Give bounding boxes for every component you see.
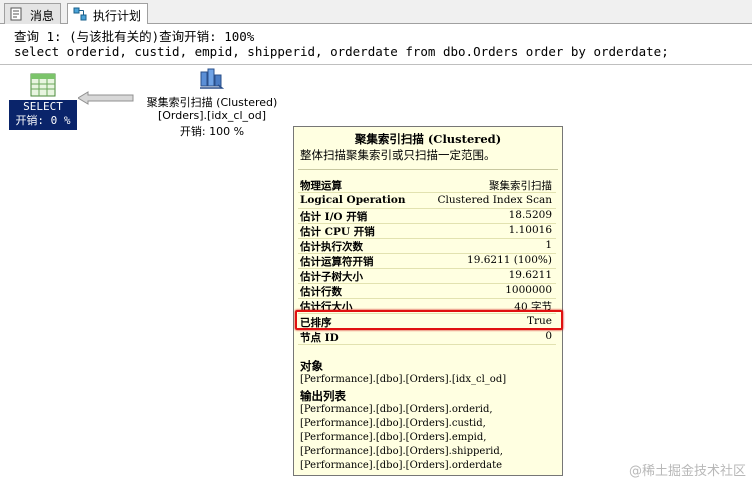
- output-column: [Performance].[dbo].[Orders].orderid,: [300, 404, 493, 415]
- tooltip-description: 整体扫描聚集索引或只扫描一定范围。: [300, 148, 496, 162]
- property-label: 估计运算符开销: [300, 256, 374, 268]
- messages-icon: [10, 7, 22, 21]
- property-label: 估计执行次数: [300, 241, 363, 253]
- property-row: 估计执行次数 1: [298, 238, 556, 254]
- output-column: [Performance].[dbo].[Orders].custid,: [300, 418, 486, 429]
- property-label: 估计子树大小: [300, 271, 363, 283]
- scan-node-title[interactable]: 聚集索引扫描 (Clustered): [134, 94, 290, 110]
- property-value: 1: [545, 239, 552, 251]
- property-label: 估计 I/O 开销: [300, 211, 368, 223]
- property-value: 18.5209: [508, 209, 552, 221]
- data-flow-arrow[interactable]: [78, 91, 134, 105]
- output-list-header: 输出列表: [300, 389, 346, 403]
- property-value: 1000000: [505, 284, 552, 296]
- property-row: 估计行数 1000000: [298, 283, 556, 299]
- scan-node-cost: 开销: 100 %: [179, 125, 245, 138]
- scan-node-object: [Orders].[idx_cl_od]: [157, 109, 267, 122]
- object-value: [Performance].[dbo].[Orders].[idx_cl_od]: [300, 374, 507, 385]
- query-header: 查询 1: (与该批有关的)查询开销: 100% select orderid,…: [0, 24, 752, 65]
- property-label: 物理运算: [300, 180, 342, 192]
- select-node-label[interactable]: SELECT 开销: 0 %: [9, 100, 77, 130]
- watermark: @稀土掘金技术社区: [628, 464, 746, 479]
- property-value: 0: [545, 330, 552, 342]
- output-column: [Performance].[dbo].[Orders].shipperid,: [300, 446, 503, 457]
- property-value: 19.6211: [508, 269, 552, 281]
- query-sql-text: select orderid, custid, empid, shipperid…: [14, 44, 669, 59]
- property-label: 估计 CPU 开销: [300, 226, 375, 238]
- property-label: Logical Operation: [300, 194, 406, 206]
- property-row: 物理运算 聚集索引扫描: [298, 177, 556, 193]
- select-node-title: SELECT: [23, 100, 63, 113]
- property-row: 估计运算符开销 19.6211 (100%): [298, 253, 556, 269]
- property-row: 估计 CPU 开销 1.10016: [298, 223, 556, 239]
- property-row: Logical Operation Clustered Index Scan: [298, 193, 556, 209]
- select-node-icon[interactable]: [30, 73, 56, 97]
- property-label: 估计行数: [300, 286, 342, 298]
- property-row: 节点 ID 0: [298, 329, 556, 345]
- tab-label: 消息: [30, 9, 55, 23]
- tooltip-title: 聚集索引扫描 (Clustered): [354, 132, 502, 146]
- tab-label: 执行计划: [93, 9, 142, 23]
- property-row: 估计子树大小 19.6211: [298, 268, 556, 284]
- object-section-header: 对象: [300, 359, 323, 373]
- execution-plan-icon: [73, 7, 87, 21]
- property-row: 估计 I/O 开销 18.5209: [298, 208, 556, 224]
- property-value: Clustered Index Scan: [437, 194, 552, 206]
- result-tab-bar: 消息 执行计划: [0, 0, 752, 25]
- tab-messages[interactable]: 消息: [4, 3, 62, 24]
- operator-tooltip: 聚集索引扫描 (Clustered) 整体扫描聚集索引或只扫描一定范围。 物理运…: [293, 126, 563, 476]
- property-value: 1.10016: [508, 224, 552, 236]
- output-column: [Performance].[dbo].[Orders].empid,: [300, 432, 487, 443]
- divider: [298, 169, 558, 170]
- query-cost-header: 查询 1: (与该批有关的)查询开销: 100%: [14, 29, 255, 44]
- tab-execution-plan[interactable]: 执行计划: [67, 3, 149, 25]
- output-column: [Performance].[dbo].[Orders].orderdate: [300, 460, 503, 471]
- property-label: 节点 ID: [300, 332, 339, 344]
- clustered-index-scan-icon[interactable]: [198, 67, 224, 91]
- sorted-highlight-box: [295, 310, 563, 330]
- property-value: 19.6211 (100%): [467, 254, 552, 266]
- select-node-cost: 开销: 0 %: [15, 114, 71, 127]
- property-value: 聚集索引扫描: [489, 180, 552, 192]
